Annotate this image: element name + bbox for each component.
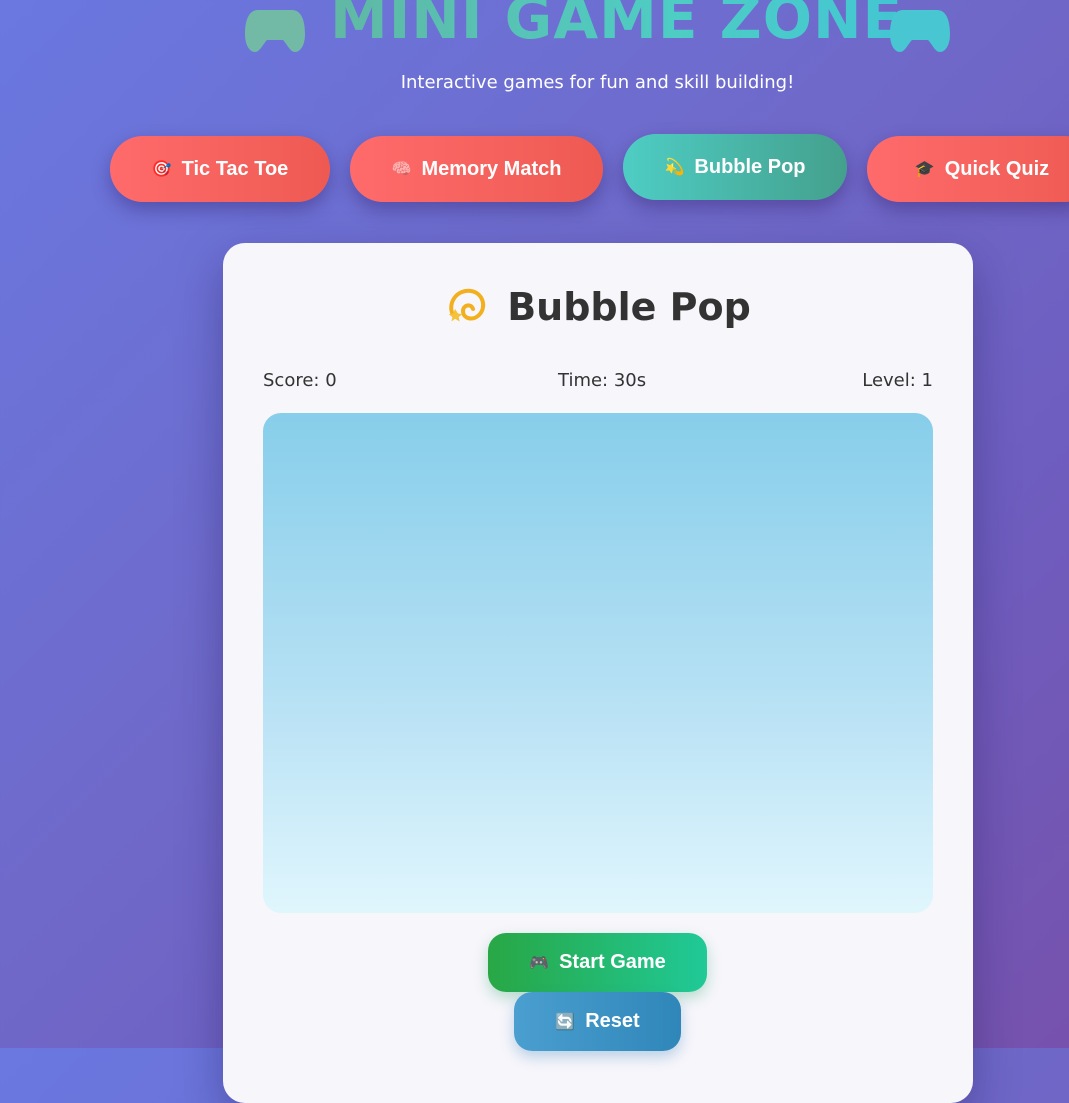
game-controller-icon: 🎮: [529, 954, 550, 972]
reset-button[interactable]: 🔄 Reset: [514, 992, 681, 1051]
refresh-icon: 🔄: [555, 1013, 576, 1031]
dizzy-icon: [448, 288, 486, 322]
start-game-button[interactable]: 🎮 Start Game: [488, 933, 707, 992]
graduation-cap-icon: 🎓: [914, 161, 935, 178]
page-title: MINI GAME ZONE: [330, 0, 903, 58]
score-display: Score: 0: [263, 370, 337, 391]
page-header: MINI GAME ZONE: [0, 0, 1069, 58]
nav-label: Quick Quiz: [944, 157, 1050, 180]
nav-bubble-pop-button[interactable]: 💫 Bubble Pop: [623, 134, 847, 200]
gamepad-icon: [245, 10, 305, 52]
game-card: Bubble Pop Score: 0 Time: 30s Level: 1 🎮…: [223, 243, 973, 1103]
nav-tic-tac-toe-button[interactable]: 🎯 Tic Tac Toe: [110, 136, 330, 202]
nav-label: Bubble Pop: [694, 155, 806, 178]
brain-icon: 🧠: [391, 161, 412, 178]
nav-quick-quiz-button[interactable]: 🎓 Quick Quiz: [867, 136, 1069, 202]
bubble-game-area[interactable]: [263, 413, 933, 913]
nav-label: Tic Tac Toe: [181, 157, 289, 180]
game-title-text: Bubble Pop: [507, 285, 751, 329]
page-subtitle: Interactive games for fun and skill buil…: [400, 72, 795, 93]
level-display: Level: 1: [862, 370, 933, 391]
game-title: Bubble Pop: [223, 285, 973, 329]
dizzy-icon: 💫: [664, 159, 685, 176]
start-game-label: Start Game: [559, 951, 666, 973]
nav-label: Memory Match: [421, 157, 562, 180]
nav-memory-match-button[interactable]: 🧠 Memory Match: [350, 136, 603, 202]
time-display: Time: 30s: [558, 370, 647, 391]
gamepad-icon: [890, 10, 950, 52]
target-icon: 🎯: [151, 161, 172, 178]
reset-label: Reset: [585, 1010, 640, 1032]
